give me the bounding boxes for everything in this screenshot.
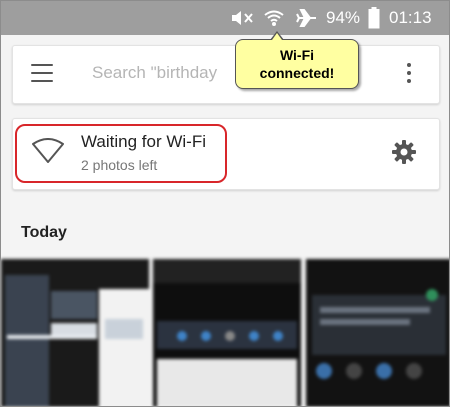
highlight-box [15,124,227,183]
callout-tail-fill [272,33,282,40]
photo-grid [1,259,449,406]
status-bar: 94% 01:13 [1,1,449,35]
wifi-icon [263,1,285,35]
photo-thumbnail[interactable] [306,259,449,406]
wifi-connected-callout: Wi-Fi connected! [235,39,359,89]
mute-icon [230,1,256,35]
callout-line-2: connected! [259,65,335,81]
battery-icon [368,1,380,35]
clock: 01:13 [389,8,432,27]
callout-line-1: Wi-Fi [279,47,315,63]
search-bar[interactable]: Search "birthday [12,45,440,104]
photo-thumbnail[interactable] [1,259,149,406]
airplane-icon [296,1,318,35]
photo-thumbnail[interactable] [153,259,301,406]
app-frame: 94% 01:13 Search "birthday Wi-Fi connect… [0,0,450,407]
more-options-icon[interactable] [406,63,412,87]
menu-icon[interactable] [31,64,53,84]
section-heading-today: Today [21,224,67,241]
battery-percent: 94% [326,8,361,27]
gear-icon[interactable] [391,139,417,170]
search-input[interactable]: Search "birthday [92,63,217,83]
